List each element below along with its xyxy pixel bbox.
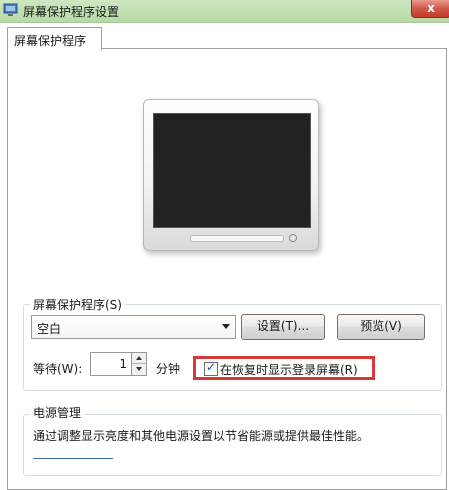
wait-minutes-input[interactable]: 1 [90,352,132,376]
power-group-label: 电源管理 [30,404,85,421]
preview-screen [153,113,311,228]
title-bar[interactable]: 屏幕保护程序设置 x [0,0,449,23]
wait-spinner[interactable] [131,352,147,376]
window-title: 屏幕保护程序设置 [23,5,120,19]
spin-down-icon[interactable] [132,364,146,375]
tab-label: 屏幕保护程序 [14,34,87,48]
preview-button[interactable]: 预览(V) [337,314,425,340]
close-icon: x [427,1,435,15]
monitor-preview [143,99,319,251]
spin-up-icon[interactable] [132,353,146,364]
resume-login-label[interactable]: 在恢复时显示登录屏幕(R) [220,361,358,378]
checkmark-icon: ✓ [206,360,217,374]
power-settings-link[interactable] [33,458,113,461]
monitor-power-led [289,234,297,242]
monitor-bezel-slot [190,235,284,242]
screensaver-select-value: 空白 [37,322,62,336]
close-button[interactable]: x [411,0,449,18]
power-group: 电源管理 [23,404,442,476]
power-description: 通过调整显示亮度和其他电源设置以节省能源或提供最佳性能。 [33,429,370,443]
screensaver-select[interactable]: 空白 [31,315,236,339]
wait-unit-label: 分钟 [156,362,181,376]
settings-button[interactable]: 设置(T)... [241,314,325,340]
screensaver-group-label: 屏幕保护程序(S) [30,296,125,313]
wait-label: 等待(W): [33,362,83,376]
resume-login-checkbox[interactable]: ✓ [204,360,218,376]
tab-screensaver[interactable]: 屏幕保护程序 [7,27,102,50]
screensaver-app-icon [3,3,18,16]
chevron-down-icon [222,324,230,329]
wait-minutes-value: 1 [119,357,127,371]
